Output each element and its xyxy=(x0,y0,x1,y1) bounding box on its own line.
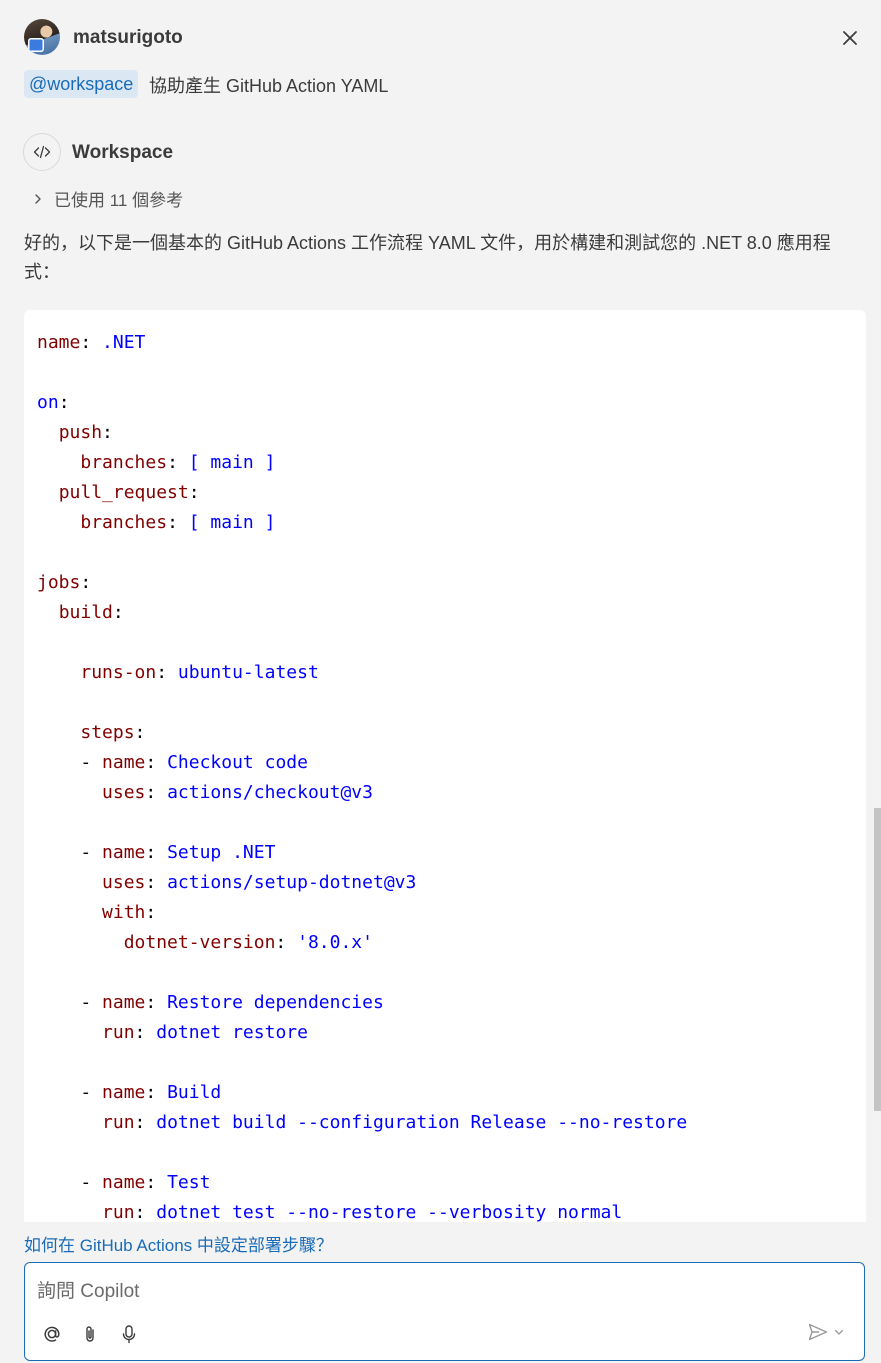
code-line: uses: actions/checkout@v3 xyxy=(102,782,373,803)
username: matsurigoto xyxy=(73,27,183,48)
user-avatar xyxy=(24,19,60,55)
code-line: on: xyxy=(37,392,70,413)
send-button[interactable] xyxy=(807,1321,845,1343)
request-text: 協助產生 GitHub Action YAML xyxy=(149,76,389,96)
paperclip-icon xyxy=(86,1326,94,1342)
code-line: build: xyxy=(58,602,124,623)
code-line: run: dotnet build --configuration Releas… xyxy=(102,1112,688,1133)
code-line: uses: actions/setup-dotnet@v3 xyxy=(102,872,417,893)
chevron-right-icon xyxy=(35,193,41,204)
close-icon xyxy=(843,31,857,45)
workspace-mention-chip: @workspace xyxy=(24,70,139,98)
code-line: pull_request: xyxy=(58,482,200,503)
response-intro: 好的，以下是一個基本的 GitHub Actions 工作流程 YAML 文件，… xyxy=(24,233,831,282)
code-line: run: dotnet test --no-restore --verbosit… xyxy=(102,1202,623,1222)
code-line: with: xyxy=(102,902,157,923)
chat-input[interactable] xyxy=(35,1277,819,1307)
yaml-code-block[interactable]: name: .NET on: push: branches: [ main ] … xyxy=(24,310,866,1222)
mention-button[interactable] xyxy=(39,1321,65,1347)
code-line: steps: xyxy=(80,722,146,743)
code-line: - name: Setup .NET xyxy=(37,842,276,863)
microphone-icon xyxy=(122,1325,136,1344)
scrollbar-thumb[interactable] xyxy=(874,808,881,1111)
code-line: branches: [ main ] xyxy=(80,512,276,533)
code-line: dotnet-version: '8.0.x' xyxy=(123,932,373,953)
code-line: - name: Build xyxy=(37,1082,222,1103)
code-line: - name: Test xyxy=(37,1172,211,1193)
send-icon xyxy=(808,1323,828,1341)
code-line: push: xyxy=(58,422,113,443)
workspace-avatar xyxy=(23,133,61,171)
follow-up-suggestion[interactable]: 如何在 GitHub Actions 中設定部署步驟？ xyxy=(24,1231,333,1256)
code-icon xyxy=(33,145,51,159)
agent-name: Workspace xyxy=(72,142,174,163)
at-sign-icon xyxy=(44,1326,60,1342)
code-line: - name: Checkout code xyxy=(37,752,308,773)
attach-button[interactable] xyxy=(77,1321,103,1347)
chat-input-box[interactable] xyxy=(24,1262,865,1361)
references-label: 已使用 11 個參考 xyxy=(54,191,184,210)
code-line: runs-on: ubuntu-latest xyxy=(80,662,319,683)
code-line: branches: [ main ] xyxy=(80,452,276,473)
yaml-code: name: .NET on: push: branches: [ main ] … xyxy=(24,310,866,1222)
thumbs-up-icon xyxy=(28,38,44,52)
code-line: run: dotnet restore xyxy=(102,1022,308,1043)
references-toggle[interactable]: 已使用 11 個參考 xyxy=(32,186,183,211)
code-line: jobs: xyxy=(37,572,92,593)
voice-input-button[interactable] xyxy=(116,1321,142,1347)
chevron-down-icon[interactable] xyxy=(833,1326,845,1338)
code-line: - name: Restore dependencies xyxy=(37,992,384,1013)
close-button[interactable] xyxy=(836,24,864,52)
code-line: name: .NET xyxy=(37,332,146,353)
